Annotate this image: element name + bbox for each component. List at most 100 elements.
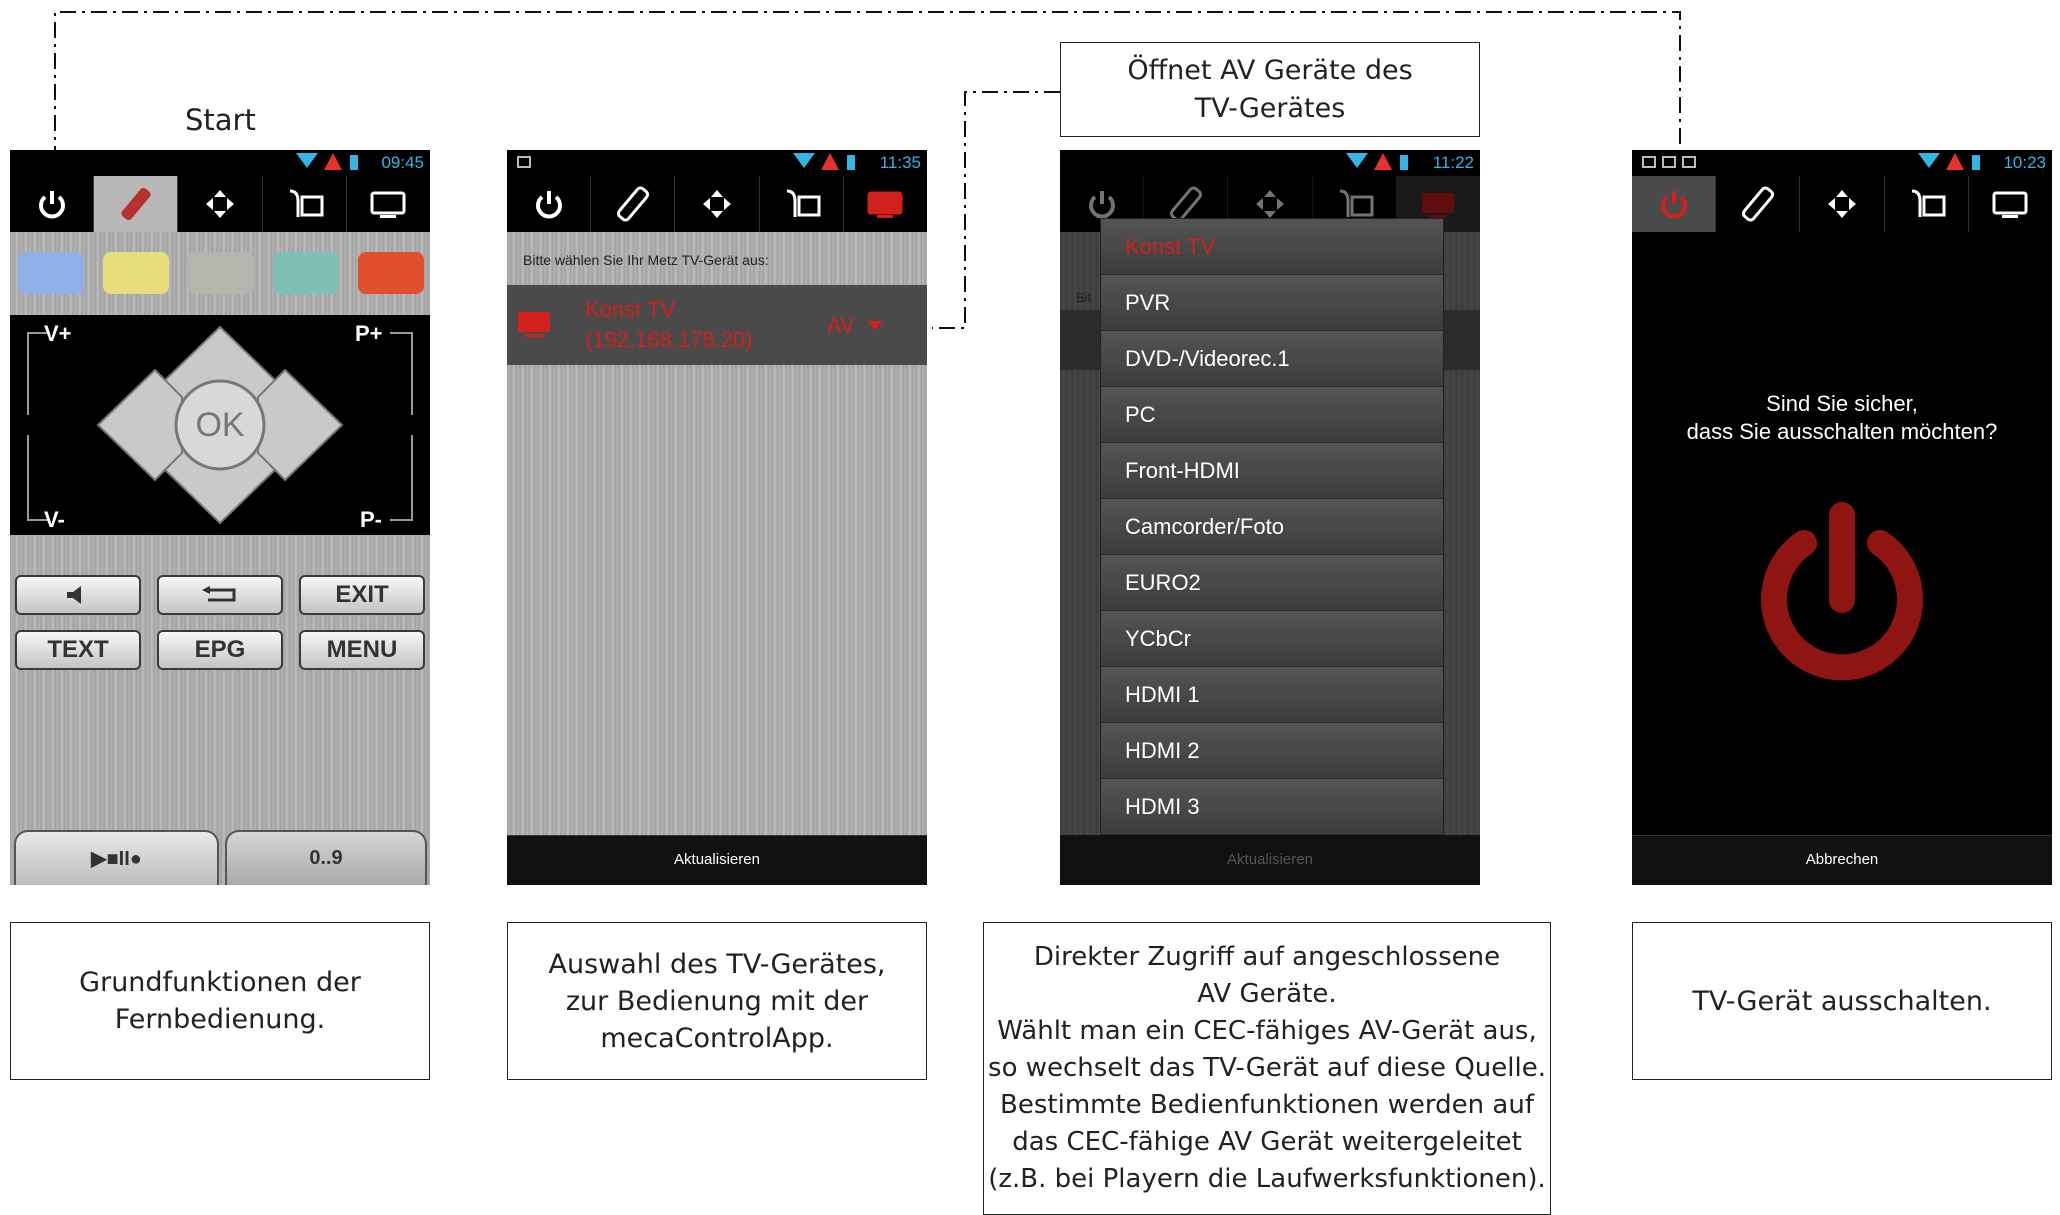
tab-bar xyxy=(507,176,927,232)
volume-down-label[interactable]: V- xyxy=(44,507,65,533)
av-menu-item[interactable]: DVD-/Videorec.1 xyxy=(1101,331,1443,387)
device-row[interactable]: Konst TV (192.168.178.20) AV xyxy=(507,285,927,365)
av-dropdown-icon[interactable] xyxy=(867,321,883,330)
remote-icon xyxy=(616,186,649,222)
select-prompt: Bitte wählen Sie Ihr Metz TV-Gerät aus: xyxy=(523,252,769,268)
tab-bar xyxy=(10,176,430,232)
back-arrow-icon xyxy=(202,586,236,602)
refresh-button[interactable]: Aktualisieren xyxy=(507,835,927,885)
left-arrow xyxy=(96,368,183,482)
exit-button[interactable]: EXIT xyxy=(299,575,425,615)
mute-button[interactable] xyxy=(15,575,141,615)
volume-up-label[interactable]: V+ xyxy=(44,321,72,347)
tab-tv[interactable] xyxy=(844,176,927,232)
mail-icon xyxy=(1682,156,1696,168)
grey-button[interactable] xyxy=(188,252,254,294)
tv-icon xyxy=(1992,191,2028,218)
wifi-icon xyxy=(296,153,318,168)
power-off-icon[interactable] xyxy=(1752,495,1932,695)
av-menu-item[interactable]: YCbCr xyxy=(1101,611,1443,667)
screen-power-off: 10:23 Sind Sie sicher, dass Sie ausschal… xyxy=(1632,150,2052,885)
tab-tv[interactable] xyxy=(347,176,430,232)
navigation-icon xyxy=(1256,190,1284,218)
battery-icon xyxy=(1400,155,1408,170)
remote-icon xyxy=(121,187,151,221)
red-button[interactable] xyxy=(358,252,424,294)
program-up-label[interactable]: P+ xyxy=(355,321,383,347)
right-arrow xyxy=(257,368,344,482)
tv-icon xyxy=(518,312,550,337)
tab-touchpad[interactable] xyxy=(760,176,844,232)
caption-device-select: Auswahl des TV-Gerätes, zur Bedienung mi… xyxy=(507,922,927,1080)
tab-power[interactable] xyxy=(507,176,592,232)
tab-remote[interactable] xyxy=(591,176,676,232)
av-menu-item[interactable]: PC xyxy=(1101,387,1443,443)
power-icon xyxy=(1088,191,1115,219)
text-button[interactable]: TEXT xyxy=(15,630,141,670)
av-menu-item[interactable]: HDMI 3 xyxy=(1101,779,1443,835)
tab-remote[interactable] xyxy=(1716,176,1801,232)
battery-icon xyxy=(1972,155,1980,170)
tab-tv[interactable] xyxy=(1969,176,2052,232)
status-time: 11:35 xyxy=(879,153,921,172)
av-button-label[interactable]: AV xyxy=(827,313,855,339)
tab-touchpad[interactable] xyxy=(1885,176,1969,232)
touchpad-icon xyxy=(1912,189,1946,217)
wifi-icon xyxy=(1918,153,1940,168)
screen-device-select: 11:35 Bitte wählen Sie Ihr Metz TV-Gerät… xyxy=(507,150,927,885)
navigation-icon xyxy=(206,190,234,218)
wifi-icon xyxy=(793,153,815,168)
tab-remote[interactable] xyxy=(94,176,179,232)
warning-icon xyxy=(324,153,342,170)
status-bar: 11:35 xyxy=(507,150,927,176)
device-name: Konst TV xyxy=(585,297,676,322)
power-icon xyxy=(38,191,65,219)
status-bar: 11:22 xyxy=(1060,150,1480,176)
warning-icon xyxy=(821,153,839,170)
back-button[interactable] xyxy=(157,575,283,615)
device-ip: (192.168.178.20) xyxy=(585,327,753,352)
av-menu-item[interactable]: PVR xyxy=(1101,275,1443,331)
yellow-button[interactable] xyxy=(103,252,169,294)
warning-icon xyxy=(1946,153,1964,170)
touchpad-icon xyxy=(1340,189,1374,217)
digits-tab[interactable]: 0..9 xyxy=(225,830,427,885)
media-tab[interactable]: ▶■II● xyxy=(14,830,219,885)
av-menu-item[interactable]: Camcorder/Foto xyxy=(1101,499,1443,555)
dpad: OK V+ V- P+ P- xyxy=(10,315,430,535)
tab-power[interactable] xyxy=(1632,176,1717,232)
ok-button[interactable]: OK xyxy=(176,403,264,447)
tab-navigation[interactable] xyxy=(178,176,263,232)
epg-button[interactable]: EPG xyxy=(157,630,283,670)
av-menu-item[interactable]: Konst TV xyxy=(1101,219,1443,275)
av-menu-item[interactable]: EURO2 xyxy=(1101,555,1443,611)
power-icon xyxy=(535,191,562,219)
av-menu-item[interactable]: HDMI 1 xyxy=(1101,667,1443,723)
notification-icon xyxy=(1642,156,1656,168)
caption-power-off: TV-Gerät ausschalten. xyxy=(1632,922,2052,1080)
screen-remote: 09:45 OK V+ V- P+ P- EXIT TEXT EPG MENU … xyxy=(10,150,430,885)
wifi-icon xyxy=(1346,153,1368,168)
refresh-button[interactable]: Aktualisieren xyxy=(1060,835,1480,885)
confirm-message: Sind Sie sicher, dass Sie ausschalten mö… xyxy=(1686,391,1998,444)
notification-icon xyxy=(517,156,531,168)
menu-button[interactable]: MENU xyxy=(299,630,425,670)
av-menu-item[interactable]: HDMI 2 xyxy=(1101,723,1443,779)
caption-remote: Grundfunktionen der Fernbedienung. xyxy=(10,922,430,1080)
blue-button[interactable] xyxy=(18,252,84,294)
touchpad-icon xyxy=(787,189,821,217)
battery-icon xyxy=(350,155,358,170)
program-down-label[interactable]: P- xyxy=(360,507,382,533)
tv-icon xyxy=(867,191,903,218)
green-button[interactable] xyxy=(273,252,339,294)
tv-icon xyxy=(370,191,406,218)
mute-icon xyxy=(67,586,81,604)
cancel-button[interactable]: Abbrechen xyxy=(1632,835,2052,885)
tab-power[interactable] xyxy=(10,176,95,232)
av-menu-item[interactable]: Front-HDMI xyxy=(1101,443,1443,499)
tab-touchpad[interactable] xyxy=(263,176,347,232)
tab-navigation[interactable] xyxy=(675,176,760,232)
status-time: 11:22 xyxy=(1432,153,1474,172)
tab-navigation[interactable] xyxy=(1800,176,1885,232)
status-bar: 09:45 xyxy=(10,150,430,176)
